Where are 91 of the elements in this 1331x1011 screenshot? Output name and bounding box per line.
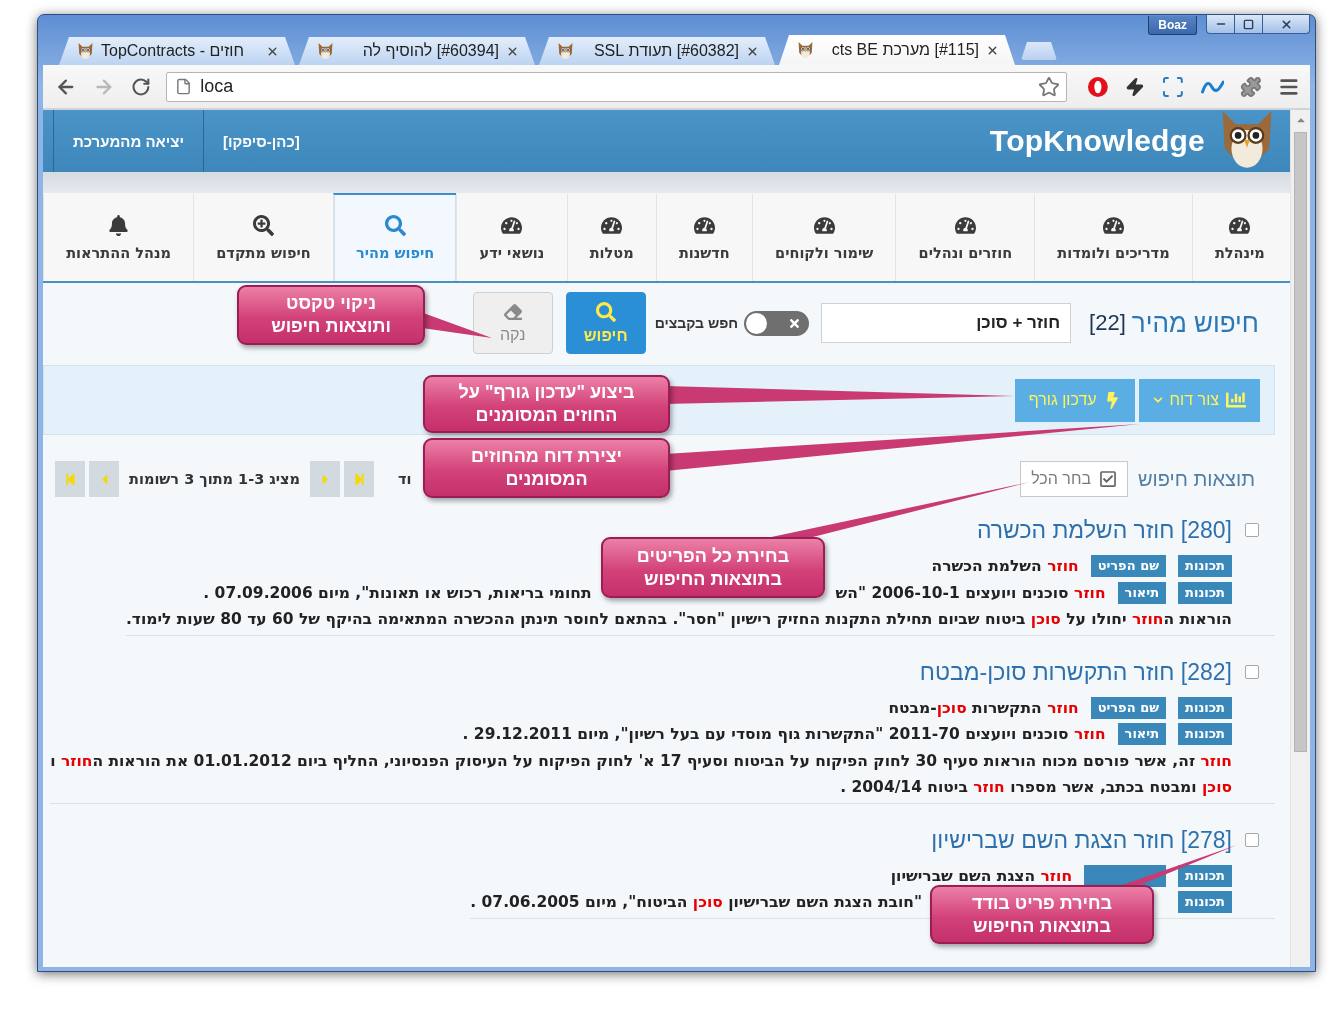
result-title-link[interactable]: [280] חוזר השלמת הכשרה [976,515,1232,545]
capture-icon[interactable] [1160,74,1185,99]
lightning-icon[interactable] [1125,76,1145,97]
partial-text: וד [398,471,412,487]
callout: ביצוע "עדכון גורף" על החוזים המסומנים [423,375,670,433]
scrollbar-thumb[interactable] [1294,132,1307,752]
gauge-icon [601,215,623,236]
property-tag: תכונות [1178,555,1232,578]
result-text: תחומי בריאות, רכוש או תאונות", מיום 07.09.2006 . [203,583,592,602]
result-checkbox[interactable] [1245,664,1259,679]
callout: בחירת פריט בודד בתוצאות החיפוש [930,885,1154,944]
maximize-icon [1243,18,1254,30]
step-back-icon [63,472,77,486]
gauge-icon [954,215,976,236]
select-all-button[interactable]: בחר הכל [1020,461,1128,497]
browser-tab[interactable]: [#60394] להוסיף לה [299,37,535,65]
result-text: סוכן ומבטח בכתב, אשר מספרו חוזר ביטוח 2004/14 . [840,778,1232,797]
toggle-switch[interactable] [744,310,810,336]
section-title: תוצאות חיפוש [1138,467,1255,491]
search-field[interactable]: חוזר + סוכן [821,303,1072,343]
gauge-icon [1103,215,1124,236]
callout: בחירת כל הפריטים בתוצאות החיפוש [601,537,825,598]
property-tag: שם הפריט [1090,696,1167,719]
nav-tab[interactable]: מנהל ההתראות [43,193,194,281]
bar-chart-icon [1226,390,1246,410]
result-checkbox[interactable] [1245,832,1259,847]
nav-tab[interactable]: חוזרים ונהלים [895,193,1035,281]
result-text: חוזר השלמת הכשרה [931,557,1079,576]
nav-tab[interactable]: חיפוש מתקדם [193,193,333,281]
result-count: [22] [1089,310,1126,336]
checkbox-icon [1099,470,1117,488]
address-field[interactable]: loca [166,71,1068,102]
bell-icon [108,215,130,236]
callout: יצירת דוח מהחוזים המסומנים [423,438,670,498]
property-tag: תכונות [1178,723,1232,746]
caret-icon [1152,395,1163,405]
close-button[interactable] [1262,15,1310,34]
property-tag: שם הפריט [1090,555,1167,578]
result-checkbox[interactable] [1245,523,1259,537]
puzzle-icon[interactable] [1240,75,1263,98]
page-icon [175,78,193,95]
result-text: חוזר הצגת השם שברישיון [890,866,1073,885]
toggle-label: חפש בקבצים [654,315,739,331]
nav-tab[interactable]: מינהלת [1191,193,1287,281]
browser-tab[interactable]: [#115] מערכת cts BE [779,35,1015,65]
search-icon [595,301,616,322]
star-icon[interactable] [1038,75,1061,98]
owl-icon [77,42,94,60]
result-text: חוזר סוכנים ויועצים 2006-10-1 "הש [835,583,1106,602]
step-forward-icon [352,472,366,486]
property-tag: תכונות [1178,891,1232,914]
result-text: חוזר זה, אשר פורסם מכוח הוראות סעיף 30 לחוק הפיקוח על הביטוח וסעיף 17 א' לחוק הפיקוח על העיסוק הפנסיוני, החליף ביום 01.01.2012 את הוראות החוזר ו [50,751,1232,770]
profile-button[interactable]: Boaz [1148,16,1197,35]
result-text: הוראות החוזר יחולו על סוכן ביטוח שביום תחילת התקנות החזיק רישיון "חסר". בהתאם לחוסר תינתן ההכשרה המתאימה בהיקף של 60 עד 80 שעות לימוד. [125,610,1232,629]
property-tag: תיאור [1117,581,1167,604]
search-icon [384,215,406,236]
result-title-link[interactable]: [278] חוזר הצגת השם שברישיון [931,824,1232,855]
result-text: חוזר התקשרות סוכן-מבטח [888,698,1079,717]
result-text: חוזר סוכנים ויועצים 2011-70 "התקשרות גוף מוסדי עם בעל רשיון", מיום 29.12.2011 . [462,725,1106,744]
eraser-icon [503,302,522,321]
brand-name: TopKnowledge [989,124,1205,158]
x-mark-icon [788,316,802,330]
property-tag: תכונות [1178,696,1232,719]
wave-icon[interactable] [1200,79,1225,94]
nav-tab[interactable]: מטלות [566,193,656,281]
result-title-link[interactable]: [282] חוזר התקשרות סוכן-מבטח [919,656,1232,687]
reload-icon[interactable] [130,76,151,97]
result-text: "חובת הצגת השם שברישיון סוכן הביטוח", מיום 07.06.2005 . [470,893,923,912]
gauge-icon [501,215,523,236]
close-icon [1279,17,1293,31]
property-tag: תיאור [1117,723,1167,746]
browser-tab[interactable]: TopContracts - חוזים [59,37,295,65]
minimize-button[interactable] [1206,15,1235,34]
browser-tab[interactable]: [#60382] תעודת SSL [539,37,775,65]
nav-tab[interactable]: חדשנות [655,193,752,281]
owl-icon [797,41,814,59]
maximize-button[interactable] [1234,15,1263,34]
callout: ניקוי טקסט ותוצאות חיפוש [237,285,425,345]
property-tag: תכונות [1178,581,1232,604]
gauge-icon [1229,215,1251,236]
nav-tab[interactable]: מדריכים ולומדות [1034,193,1192,281]
gauge-icon [813,215,835,236]
zoom-in-icon [253,215,274,236]
gauge-icon [693,215,715,236]
owl-icon [557,42,574,60]
pager-status: מציג 1-3 מתוך 3 רשומות [129,471,301,487]
ring-icon[interactable] [1087,75,1110,98]
property-tag: תכונות [1178,864,1232,887]
nav-tab[interactable]: שימור ולקוחים [751,193,896,281]
page-title: חיפוש מהיר [1131,307,1259,339]
owl-icon [317,42,334,60]
